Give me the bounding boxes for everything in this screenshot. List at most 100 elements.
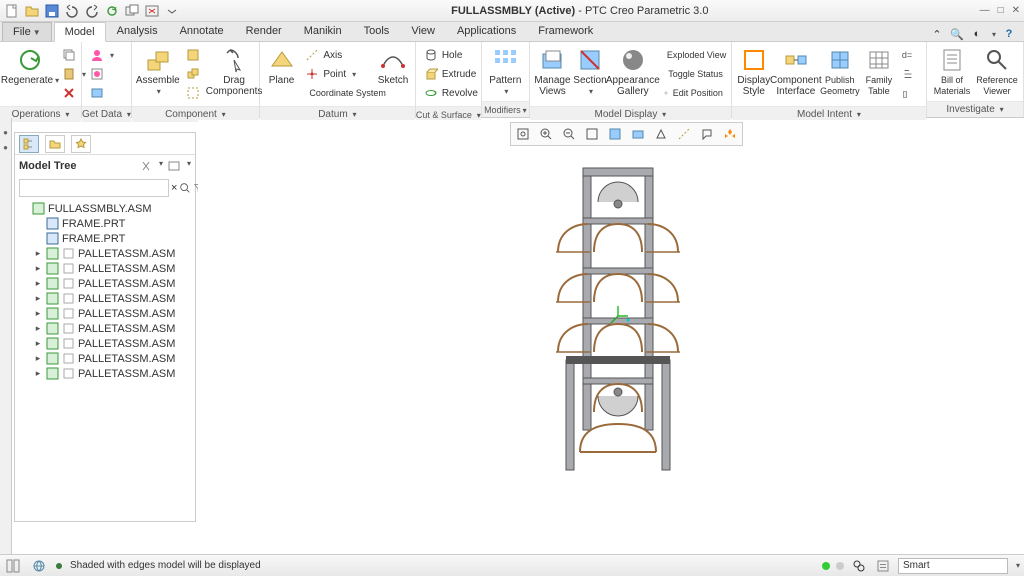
expand-icon[interactable]: ▸ [33, 293, 43, 304]
repaint-icon[interactable] [581, 124, 603, 144]
tree-asm-item[interactable]: ▸PALLETASSM.ASM [17, 276, 193, 291]
tree-asm-item[interactable]: ▸PALLETASSM.ASM [17, 351, 193, 366]
panel-tab-folder[interactable] [45, 135, 65, 153]
learning-icon[interactable]: ◐ [970, 27, 984, 41]
tree-search-input[interactable] [19, 179, 169, 197]
open-icon[interactable] [24, 3, 40, 19]
perspective-icon[interactable] [650, 124, 672, 144]
manage-views-button[interactable]: Manage Views [534, 44, 571, 99]
expand-icon[interactable]: ▸ [33, 263, 43, 274]
component-interface-button[interactable]: Component Interface [774, 44, 818, 99]
qat-more-icon[interactable] [164, 3, 180, 19]
revolve-button[interactable]: Revolve [420, 84, 482, 102]
windows-icon[interactable] [124, 3, 140, 19]
search-icon[interactable] [179, 180, 191, 196]
status-layout-icon[interactable] [4, 558, 22, 574]
zoom-out-icon[interactable] [558, 124, 580, 144]
tab-annotate[interactable]: Annotate [169, 21, 235, 41]
tab-applications[interactable]: Applications [446, 21, 527, 41]
shrinkwrap-button[interactable] [86, 65, 118, 83]
clear-search-icon[interactable]: × [171, 180, 177, 196]
relations-button[interactable] [898, 65, 918, 83]
tree-show-icon[interactable] [167, 159, 181, 173]
status-browser-icon[interactable] [30, 558, 48, 574]
tab-tools[interactable]: Tools [353, 21, 401, 41]
spin-center-icon[interactable] [719, 124, 741, 144]
maximize-button[interactable]: □ [998, 5, 1004, 16]
regenerate-button[interactable]: Regenerate▾ [4, 44, 56, 88]
redo-icon[interactable] [84, 3, 100, 19]
tab-model[interactable]: Model [54, 22, 106, 42]
extrude-button[interactable]: Extrude [420, 65, 482, 83]
point-button[interactable]: Point▾ [301, 65, 373, 83]
undo-icon[interactable] [64, 3, 80, 19]
panel-tab-tree[interactable] [19, 135, 39, 153]
user-model-button[interactable]: ▾ [86, 46, 118, 64]
display-style-icon[interactable] [604, 124, 626, 144]
repeat-comp-button[interactable] [182, 65, 204, 83]
collapse-ribbon-icon[interactable]: ⌃ [930, 27, 944, 41]
flex-comp-button[interactable] [182, 84, 204, 102]
copy-geom-button[interactable] [86, 84, 118, 102]
publish-geometry-button[interactable]: Publish Geometry [820, 44, 860, 99]
family-table-button[interactable]: Family Table [862, 44, 896, 99]
help-icon[interactable]: ? [1002, 27, 1016, 41]
expand-icon[interactable]: ▸ [33, 308, 43, 319]
tree-asm-item[interactable]: ▸PALLETASSM.ASM [17, 336, 193, 351]
expand-icon[interactable]: ▸ [33, 338, 43, 349]
hole-button[interactable]: Hole [420, 46, 482, 64]
strip-tab-1[interactable]: ● [1, 128, 10, 137]
tab-framework[interactable]: Framework [527, 21, 604, 41]
display-style-button[interactable]: Display Style [736, 44, 772, 99]
new-icon[interactable] [4, 3, 20, 19]
tree-asm-item[interactable]: ▸PALLETASSM.ASM [17, 306, 193, 321]
tab-manikin[interactable]: Manikin [293, 21, 353, 41]
plane-button[interactable]: Plane [264, 44, 300, 88]
regen-icon[interactable] [104, 3, 120, 19]
tree-asm-item[interactable]: ▸PALLETASSM.ASM [17, 291, 193, 306]
appearance-gallery-button[interactable]: Appearance Gallery [609, 44, 657, 99]
tab-view[interactable]: View [400, 21, 446, 41]
strip-tab-2[interactable]: ● [1, 143, 10, 152]
graphics-area[interactable] [198, 120, 1024, 554]
tab-file[interactable]: File▼ [2, 22, 52, 41]
tree-asm-item[interactable]: ▸PALLETASSM.ASM [17, 261, 193, 276]
expand-icon[interactable]: ▸ [33, 278, 43, 289]
chevron-down-icon[interactable]: ▾ [1016, 561, 1020, 570]
parameters-button[interactable]: d= [898, 46, 918, 64]
section-button[interactable]: Section▾ [573, 44, 607, 99]
edit-position-button[interactable]: Edit Position [659, 84, 727, 102]
minimize-button[interactable]: — [980, 5, 990, 16]
saved-view-icon[interactable] [627, 124, 649, 144]
close-button[interactable]: ✕ [1012, 5, 1020, 16]
tree-part-item[interactable]: FRAME.PRT [17, 216, 193, 231]
drag-components-button[interactable]: Drag Components [206, 44, 263, 99]
expand-icon[interactable]: ▸ [33, 368, 43, 379]
tree-asm-item[interactable]: ▸PALLETASSM.ASM [17, 366, 193, 381]
refit-icon[interactable] [512, 124, 534, 144]
datum-display-icon[interactable] [673, 124, 695, 144]
tree-settings-icon[interactable] [139, 159, 153, 173]
search-commands-icon[interactable]: 🔍 [950, 27, 964, 41]
expand-icon[interactable]: ▸ [33, 353, 43, 364]
axis-button[interactable]: Axis [301, 46, 373, 64]
csys-button[interactable]: Coordinate System [301, 84, 373, 102]
tree-part-item[interactable]: FRAME.PRT [17, 231, 193, 246]
exploded-view-button[interactable]: Exploded View [659, 46, 727, 64]
close-window-icon[interactable] [144, 3, 160, 19]
reference-viewer-button[interactable]: Reference Viewer [975, 44, 1019, 99]
zoom-in-icon[interactable] [535, 124, 557, 144]
assemble-button[interactable]: Assemble▾ [136, 44, 180, 99]
tree-root[interactable]: FULLASSMBLY.ASM [17, 201, 193, 216]
find-icon[interactable] [850, 558, 868, 574]
create-comp-button[interactable] [182, 46, 204, 64]
annotation-display-icon[interactable] [696, 124, 718, 144]
switch-dims-button[interactable]: [] [898, 84, 918, 102]
toggle-status-button[interactable]: Toggle Status [659, 65, 727, 83]
selection-filter-combo[interactable]: Smart [898, 558, 1008, 574]
expand-icon[interactable]: ▸ [33, 248, 43, 259]
expand-icon[interactable]: ▸ [33, 323, 43, 334]
select-filter-icon[interactable] [874, 558, 892, 574]
bom-button[interactable]: Bill of Materials [931, 44, 973, 99]
panel-tab-favorites[interactable] [71, 135, 91, 153]
